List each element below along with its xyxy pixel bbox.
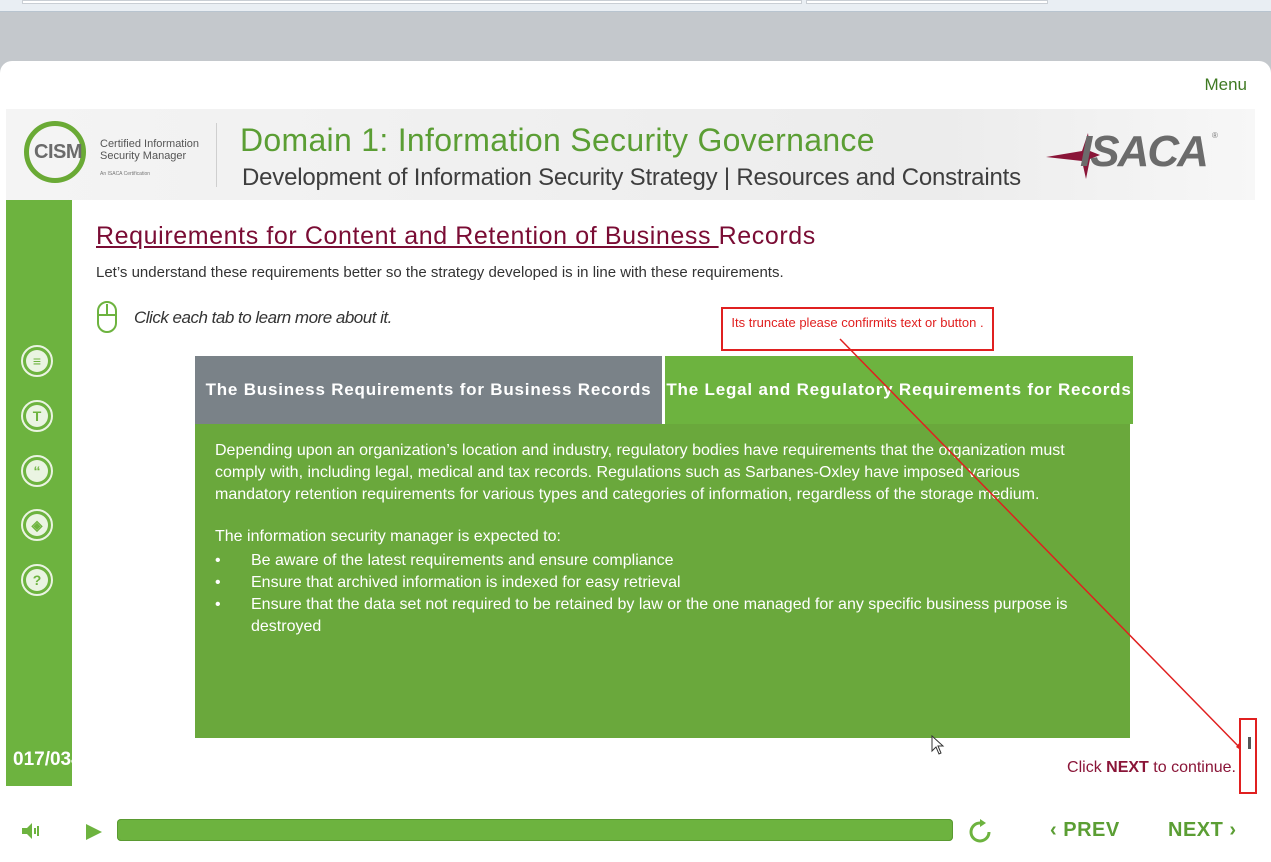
mouse-icon — [97, 301, 117, 333]
volume-icon[interactable] — [20, 821, 42, 841]
cism-logo-line2: Security Manager — [100, 150, 187, 162]
bullet-dot: • — [215, 552, 221, 569]
chevron-left-icon: ‹ — [1050, 819, 1058, 841]
player-controls: ‹ PREV NEXT › — [0, 808, 1271, 862]
page-heading-rest: Records — [718, 222, 816, 250]
layers-icon[interactable]: ◈ — [21, 509, 53, 541]
progress-bar[interactable] — [117, 819, 953, 841]
review-annotation-marker — [1239, 718, 1257, 794]
slide-counter: 017/034 — [13, 749, 73, 770]
cism-logo-line1: Certified Information — [100, 138, 200, 150]
course-player-window: Menu CISM Certified Information Security… — [0, 61, 1271, 862]
cism-logo-tagline: An ISACA Certification — [100, 171, 151, 177]
page-heading: Requirements for Content and Retention o… — [96, 222, 816, 251]
review-annotation-box: Its truncate please confirmits text or b… — [721, 307, 994, 351]
domain-title: Domain 1: Information Security Governanc… — [240, 122, 875, 158]
menu-link[interactable]: Menu — [1204, 75, 1247, 95]
content-lead: The information security manager is expe… — [215, 528, 561, 545]
isaca-logo: ISACA ® — [1042, 127, 1222, 183]
list-item: • Ensure that the data set not required t… — [215, 596, 1068, 635]
intro-text: Let’s understand these requirements bett… — [96, 264, 784, 281]
page-heading-underlined: Requirements for Content and Retention o… — [96, 222, 719, 250]
text-caret-icon — [1248, 737, 1251, 749]
tab-bar: The Business Requirements for Business R… — [195, 356, 1133, 424]
tab-legal-regulatory-requirements[interactable]: The Legal and Regulatory Requirements fo… — [663, 356, 1133, 424]
play-icon[interactable] — [84, 822, 104, 842]
content-paragraph: Depending upon an organization’s locatio… — [215, 442, 1065, 503]
chevron-right-icon: › — [1229, 819, 1237, 841]
notes-icon[interactable]: ≡ — [21, 345, 53, 377]
next-hint: Click NEXT to continue. — [1067, 759, 1236, 776]
address-bar[interactable] — [22, 0, 802, 4]
sidebar: ≡ T “ ◈ ? 017/034 — [6, 200, 73, 786]
cism-logo: CISM Certified Information Security Mana… — [20, 119, 220, 191]
replay-icon[interactable] — [967, 819, 993, 845]
domain-subtitle: Development of Information Security Stra… — [242, 164, 1021, 191]
prev-button[interactable]: ‹ PREV — [1050, 819, 1120, 842]
browser-search-field[interactable] — [806, 0, 1048, 4]
transcript-icon[interactable]: T — [21, 400, 53, 432]
header-divider — [216, 123, 217, 187]
mouse-pointer-icon — [931, 735, 945, 755]
instruction-text: Click each tab to learn more about it. — [134, 308, 392, 327]
isaca-registered-mark: ® — [1212, 131, 1218, 140]
browser-toolbar-strip — [0, 0, 1271, 12]
bullet-dot: • — [215, 574, 221, 591]
cism-logo-text: CISM — [34, 141, 83, 163]
list-item: • Be aware of the latest requirements and… — [215, 550, 1095, 572]
content-bullet-list: • Be aware of the latest requirements and… — [215, 550, 1095, 638]
quote-icon[interactable]: “ — [21, 455, 53, 487]
next-button[interactable]: NEXT › — [1168, 819, 1237, 842]
tab-business-requirements[interactable]: The Business Requirements for Business R… — [195, 356, 662, 424]
list-item: • Ensure that archived information is ind… — [215, 572, 1095, 594]
course-header: CISM Certified Information Security Mana… — [6, 109, 1255, 200]
tab-content-panel: Depending upon an organization’s locatio… — [195, 424, 1130, 738]
bullet-dot: • — [215, 596, 221, 613]
help-icon[interactable]: ? — [21, 564, 53, 596]
isaca-wordmark: ISACA — [1080, 127, 1209, 176]
